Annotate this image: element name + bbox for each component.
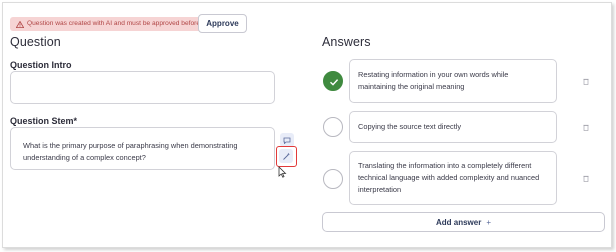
comment-icon: [283, 137, 291, 144]
answer-1-text: Restating information in your own words …: [358, 70, 509, 91]
checkmark-icon: [330, 79, 339, 86]
answers-heading: Answers: [322, 35, 371, 49]
answer-2-text: Copying the source text directly: [358, 122, 462, 131]
focus-highlight: [276, 146, 297, 167]
answer-1-delete-icon[interactable]: [583, 78, 589, 85]
comment-button[interactable]: [280, 133, 294, 147]
warning-icon: [16, 20, 24, 28]
question-heading: Question: [10, 35, 61, 49]
add-answer-label: Add answer: [435, 217, 482, 227]
question-intro-label: Question Intro: [10, 60, 72, 70]
answer-2-input[interactable]: Copying the source text directly: [349, 111, 557, 143]
answer-3-delete-icon[interactable]: [583, 175, 589, 182]
question-intro-input[interactable]: [10, 71, 275, 104]
mouse-cursor-icon: [278, 166, 287, 178]
answer-1-input[interactable]: Restating information in your own words …: [349, 59, 557, 103]
answer-3-correct-radio[interactable]: [323, 169, 343, 189]
answer-2-correct-radio[interactable]: [323, 117, 343, 137]
answer-1-correct-radio[interactable]: [323, 71, 343, 91]
plus-icon: +: [486, 217, 491, 227]
question-stem-input[interactable]: What is the primary purpose of paraphras…: [10, 127, 275, 170]
add-answer-button[interactable]: Add answer +: [322, 212, 605, 232]
question-stem-label: Question Stem*: [10, 116, 78, 126]
approve-button[interactable]: Approve: [198, 14, 247, 33]
answer-3-text: Translating the information into a compl…: [358, 161, 540, 194]
question-stem-value: What is the primary purpose of paraphras…: [23, 141, 238, 162]
answer-2-delete-icon[interactable]: [583, 124, 589, 131]
answer-3-input[interactable]: Translating the information into a compl…: [349, 151, 557, 205]
